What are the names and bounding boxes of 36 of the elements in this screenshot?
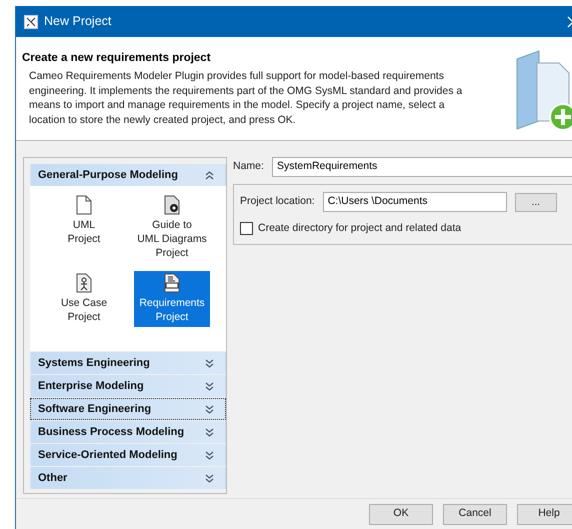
- expand-icon: [205, 428, 214, 436]
- expand-icon: [205, 382, 214, 390]
- expand-icon: [205, 450, 214, 460]
- location-label: Project location:: [240, 194, 315, 210]
- project-type-item[interactable]: Use Case Project: [46, 271, 122, 327]
- checkbox-label: Create directory for project and related data: [258, 221, 462, 236]
- name-label: Name:: [233, 159, 264, 174]
- dialog-button[interactable]: Cancel: [443, 504, 507, 524]
- category-header[interactable]: Service-Oriented Modeling: [30, 444, 226, 466]
- category-header[interactable]: Software Engineering: [30, 398, 226, 420]
- location-field[interactable]: C:\Users \Documents: [322, 192, 507, 212]
- category-header[interactable]: Systems Engineering: [30, 352, 226, 374]
- document-gear-icon: [164, 195, 180, 215]
- dialog-button[interactable]: Help: [517, 504, 572, 524]
- browse-button[interactable]: ...: [514, 192, 557, 212]
- category-header[interactable]: Other: [30, 467, 226, 489]
- project-type-item[interactable]: Guide to UML Diagrams Project: [134, 193, 210, 263]
- app-icon: [24, 14, 38, 28]
- expand-icon: [205, 358, 214, 368]
- collapse-icon: [205, 170, 214, 180]
- expand-icon: [205, 474, 214, 482]
- stick-figure-document-icon: [76, 273, 92, 293]
- dialog-button[interactable]: OK: [369, 504, 433, 524]
- name-field[interactable]: SystemRequirements: [272, 157, 572, 177]
- header-title: Create a new requirements project: [22, 51, 212, 66]
- category-header[interactable]: Enterprise Modeling: [30, 375, 226, 397]
- header-description: Cameo Requirements Modeler Plugin provides full support for model-based requirements engineering. It implements the requirements part of the OMG SysML standard and provides a means to import and manage requirements in the model. Specify a project name, select a location to store the newly created project, and press OK.: [28, 69, 464, 128]
- window-title: New Project: [44, 13, 112, 30]
- category-header[interactable]: Business Process Modeling: [30, 421, 226, 443]
- expand-icon: [205, 404, 214, 414]
- checkbox[interactable]: [240, 222, 253, 236]
- document-icon: [76, 195, 92, 215]
- requirements-document-icon: [164, 273, 180, 293]
- category-header[interactable]: General-Purpose Modeling: [30, 164, 226, 186]
- project-type-item[interactable]: Requirements Project: [134, 271, 210, 327]
- project-type-item[interactable]: UML Project: [46, 193, 122, 263]
